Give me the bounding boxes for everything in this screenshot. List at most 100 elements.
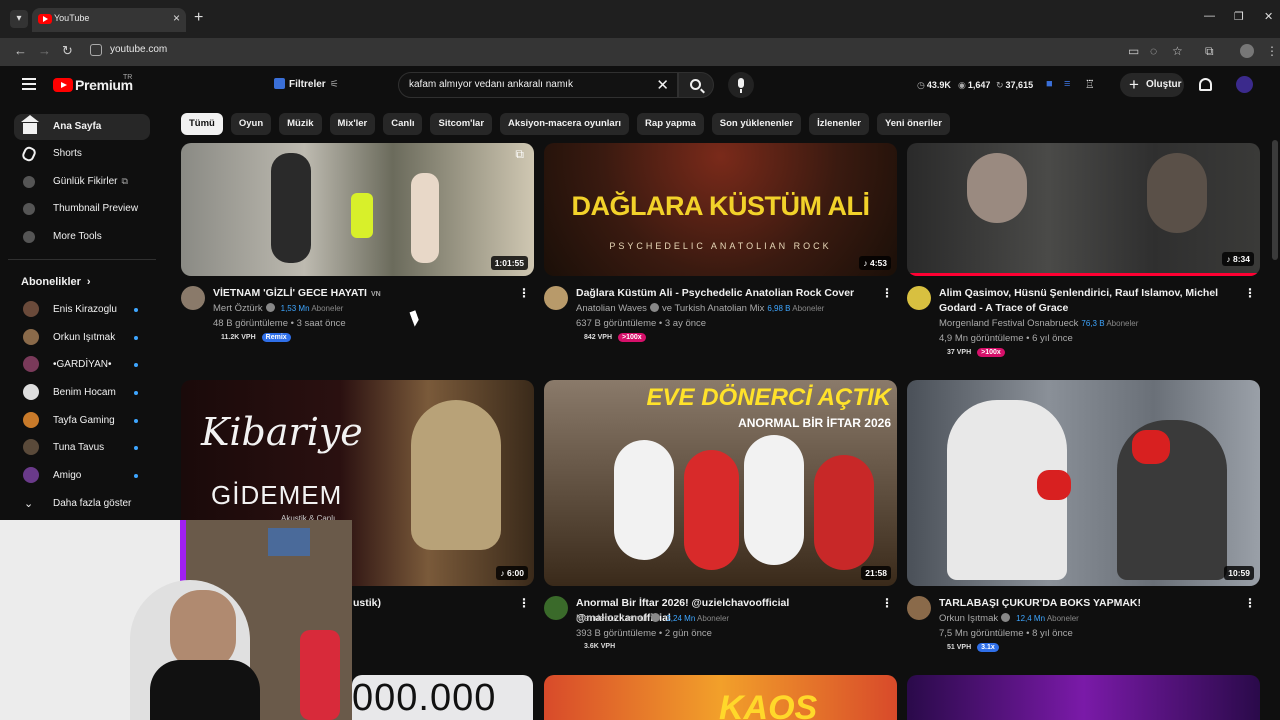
video-thumbnail[interactable] (907, 675, 1260, 720)
video-title[interactable]: Dağlara Küstüm Ali - Psychedelic Anatoli… (576, 286, 876, 301)
search-button[interactable] (678, 72, 714, 98)
show-more-button[interactable]: ⌄ Daha fazla göster (14, 492, 150, 516)
shorts-icon (20, 145, 38, 163)
video-channel[interactable]: Morgenland Festival Osnabrueck 76,3 B Abo… (939, 318, 1138, 329)
video-title[interactable]: Alim Qasimov, Hüsnü Şenlendirici, Rauf I… (939, 286, 1239, 316)
channel-avatar[interactable] (181, 286, 205, 310)
sidebar-item-more-tools[interactable]: More Tools (14, 224, 150, 250)
site-info-icon[interactable] (90, 44, 102, 56)
chip-sitcoms[interactable]: Sitcom'lar (430, 113, 493, 135)
channel-avatar (23, 412, 39, 428)
video-thumbnail[interactable]: KAOS (544, 675, 897, 720)
thumbnail-title: GİDEMEM (211, 480, 343, 510)
chip-recent[interactable]: Son yüklenenler (711, 113, 802, 135)
list-icon[interactable]: ≡ (1064, 78, 1070, 90)
subscription-item[interactable]: Benim Hocam (14, 381, 150, 405)
url-text[interactable]: youtube.com (110, 44, 167, 55)
more-options-icon[interactable]: ⋮ (881, 596, 893, 610)
search-input[interactable]: kafam almıyor vedanı ankaralı namık (409, 79, 573, 90)
subscription-label: •GARDİYAN• (53, 359, 112, 370)
sidebar-item-shorts[interactable]: Shorts (14, 141, 150, 167)
hide-icon[interactable]: ◌ (1150, 44, 1157, 58)
video-thumbnail[interactable]: ♪ 8:34 (907, 143, 1260, 276)
subscription-item[interactable]: Tuna Tavus (14, 436, 150, 460)
trophy-icon[interactable]: ♖ (1085, 78, 1095, 91)
menu-icon[interactable] (22, 78, 36, 90)
filters-button[interactable]: Filtreler ⚟ (274, 78, 339, 90)
chip-watched[interactable]: İzlenenler (809, 113, 869, 135)
extension-icon (23, 231, 35, 243)
new-tab-icon[interactable]: + (194, 10, 203, 26)
youtube-logo-icon[interactable] (53, 78, 73, 92)
sidebar-item-daily-ideas[interactable]: Günlük Fikirler ⧉ (14, 169, 150, 195)
create-button[interactable]: + Oluştur (1120, 73, 1184, 97)
mouse-cursor (409, 310, 421, 327)
subscription-item[interactable]: Amigo (14, 464, 150, 488)
account-avatar[interactable] (1236, 76, 1253, 93)
cast-icon[interactable]: ▭ (1128, 44, 1139, 58)
video-channel[interactable]: Orkun Işıtmak 12,4 Mn Aboneler (939, 613, 1079, 624)
close-tab-icon[interactable]: × (173, 11, 180, 25)
subscription-item[interactable]: •GARDİYAN• (14, 353, 150, 377)
channel-avatar (23, 356, 39, 372)
back-icon[interactable]: ← (14, 43, 27, 58)
minimize-icon[interactable]: — (1204, 10, 1215, 22)
video-channel[interactable]: Mendebur Lemur 3,24 Mn Aboneler (576, 613, 729, 624)
video-thumbnail[interactable]: DAĞLARA KÜSTÜM ALİ PSYCHEDELIC ANATOLIAN… (544, 143, 897, 276)
reload-icon[interactable]: ↻ (62, 43, 73, 59)
voice-search-icon[interactable] (728, 72, 754, 98)
search-box[interactable]: kafam almıyor vedanı ankaralı namık ✕ (398, 72, 678, 98)
chip-live[interactable]: Canlı (383, 113, 423, 135)
channel-avatar[interactable] (544, 286, 568, 310)
video-thumbnail[interactable]: EVE DÖNERCİ AÇTIK ANORMAL BİR İFTAR 2026… (544, 380, 897, 586)
sidebar-item-home[interactable]: Ana Sayfa (14, 114, 150, 140)
subscriptions-heading[interactable]: Abonelikler › (21, 276, 91, 288)
video-title[interactable]: TARLABAŞI ÇUKUR'DA BOKS YAPMAK! (939, 596, 1239, 611)
more-options-icon[interactable]: ⋮ (881, 286, 893, 300)
bookmark-star-icon[interactable]: ☆ (1172, 44, 1183, 58)
video-thumbnail[interactable]: 000.000 (352, 675, 533, 720)
tab-search-button[interactable]: ▾ (10, 10, 28, 28)
chip-rap[interactable]: Rap yapma (637, 113, 704, 135)
browser-profile-avatar[interactable] (1240, 44, 1254, 58)
maximize-icon[interactable]: ❐ (1234, 10, 1244, 23)
channel-avatar[interactable] (907, 286, 931, 310)
logo-country: TR (123, 74, 133, 81)
chip-music[interactable]: Müzik (279, 113, 322, 135)
clear-search-icon[interactable]: ✕ (656, 76, 669, 94)
more-options-icon[interactable]: ⋮ (1244, 596, 1256, 610)
more-options-icon[interactable]: ⋮ (518, 286, 530, 300)
channel-avatar (23, 439, 39, 455)
extension-badge-icon[interactable]: ■ (1046, 78, 1053, 90)
browser-tab[interactable]: YouTube × (32, 8, 186, 32)
subscription-item[interactable]: Enis Kirazoglu (14, 298, 150, 322)
chevron-down-icon: ⌄ (24, 498, 34, 510)
video-title[interactable]: VİETNAM 'GİZLİ' GECE HAYATI VN (213, 286, 513, 302)
video-thumbnail[interactable]: 10:59 (907, 380, 1260, 586)
sliders-icon: ⚟ (329, 79, 339, 90)
chip-new[interactable]: Yeni öneriler (876, 113, 950, 135)
chip-gaming[interactable]: Oyun (230, 113, 272, 135)
new-content-dot (134, 308, 138, 312)
miniplayer-icon[interactable]: ⧉ (515, 147, 524, 162)
new-content-dot (134, 336, 138, 340)
notifications-bell-icon[interactable] (1199, 78, 1212, 91)
chip-mixes[interactable]: Mix'ler (329, 113, 376, 135)
chip-all[interactable]: Tümü (181, 113, 223, 135)
video-thumbnail[interactable]: ⧉ 1:01:55 (181, 143, 534, 276)
chip-action-games[interactable]: Aksiyon-macera oyunları (500, 113, 630, 135)
channel-avatar[interactable] (544, 596, 568, 620)
video-channel[interactable]: Mert Öztürk 1,53 Mn Aboneler (213, 303, 343, 314)
channel-avatar[interactable] (907, 596, 931, 620)
close-window-icon[interactable]: ✕ (1264, 10, 1273, 23)
forward-icon[interactable]: → (38, 43, 51, 58)
more-options-icon[interactable]: ⋮ (1244, 286, 1256, 300)
sidebar-item-thumbnail-preview[interactable]: Thumbnail Preview (14, 196, 150, 222)
browser-menu-icon[interactable]: ⋮ (1266, 44, 1278, 58)
scrollbar-thumb[interactable] (1272, 140, 1278, 260)
subscription-item[interactable]: Tayfa Gaming (14, 409, 150, 433)
video-channel[interactable]: Anatolian Waves ve Turkish Anatolian Mix 6… (576, 303, 824, 314)
extensions-icon[interactable]: ⧉ (1205, 44, 1214, 59)
subscription-item[interactable]: Orkun Işıtmak (14, 326, 150, 350)
more-options-icon[interactable]: ⋮ (518, 596, 530, 610)
